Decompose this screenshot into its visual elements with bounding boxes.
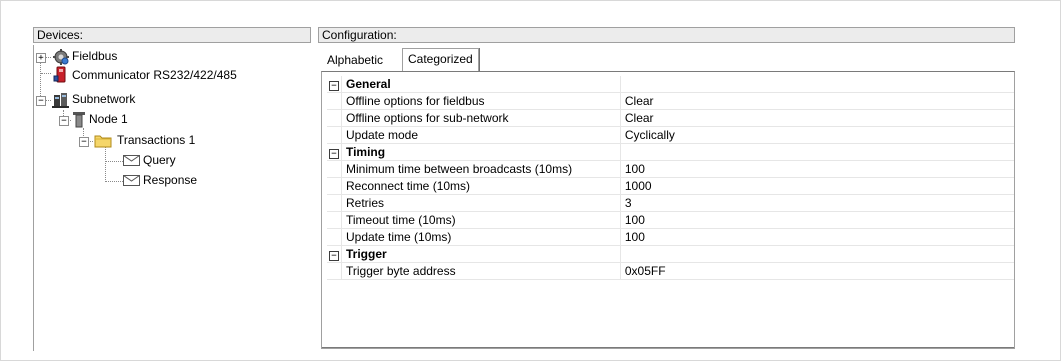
property-value[interactable]: Clear xyxy=(620,92,1014,110)
tree-item-query[interactable]: Query xyxy=(123,153,223,169)
property-name: Offline options for sub-network xyxy=(341,109,621,127)
tree-item-fieldbus[interactable]: Fieldbus xyxy=(52,49,202,65)
tree-item-communicator[interactable]: Communicator RS232/422/485 xyxy=(52,66,302,83)
property-value[interactable]: Cyclically xyxy=(620,126,1014,144)
property-row[interactable]: Update time (10ms) 100 xyxy=(327,228,1014,246)
tree-item-label: Fieldbus xyxy=(72,49,118,63)
tab-alphabetic[interactable]: Alphabetic xyxy=(322,52,388,69)
tree-connector xyxy=(105,181,123,182)
tree-item-label: Communicator RS232/422/485 xyxy=(72,68,237,82)
property-row[interactable]: Timeout time (10ms) 100 xyxy=(327,211,1014,229)
tab-categorized[interactable]: Categorized xyxy=(402,48,479,71)
property-value[interactable]: 100 xyxy=(620,160,1014,178)
property-name: Offline options for fieldbus xyxy=(341,92,621,110)
collapse-icon: − xyxy=(329,251,339,261)
envelope-icon xyxy=(123,155,140,169)
category-name: Trigger xyxy=(341,245,621,263)
tree-item-response[interactable]: Response xyxy=(123,173,243,189)
category-name: General xyxy=(341,76,621,93)
expand-fieldbus-toggle[interactable]: + xyxy=(36,53,46,63)
property-name: Timeout time (10ms) xyxy=(341,211,621,229)
property-value[interactable]: Clear xyxy=(620,109,1014,127)
category-toggle-trigger[interactable]: − xyxy=(327,245,343,263)
tree-item-label: Query xyxy=(143,153,176,167)
configuration-panel: Configuration: Alphabetic Categorized − … xyxy=(318,27,1015,351)
collapse-icon: − xyxy=(329,149,339,159)
collapse-node-toggle[interactable]: − xyxy=(59,116,69,126)
property-name: Reconnect time (10ms) xyxy=(341,177,621,195)
category-row-trigger[interactable]: − Trigger xyxy=(327,245,1014,263)
property-row[interactable]: Update mode Cyclically xyxy=(327,126,1014,144)
tree-connector xyxy=(105,161,123,162)
property-name: Trigger byte address xyxy=(341,262,621,280)
property-grid: − General Offline options for fieldbus C… xyxy=(321,71,1015,349)
tree-item-node-1[interactable]: Node 1 xyxy=(72,111,192,128)
grid-bottom-border xyxy=(322,347,1014,348)
category-row-general[interactable]: − General xyxy=(327,76,1014,93)
property-table: − General Offline options for fieldbus C… xyxy=(327,76,1014,280)
property-row[interactable]: Trigger byte address 0x05FF xyxy=(327,262,1014,280)
property-value[interactable]: 1000 xyxy=(620,177,1014,195)
communicator-icon xyxy=(52,66,70,87)
property-value[interactable]: 100 xyxy=(620,228,1014,246)
collapse-icon: − xyxy=(329,81,339,91)
collapse-subnetwork-toggle[interactable]: − xyxy=(36,96,46,106)
node-icon xyxy=(72,111,86,131)
tree-connector xyxy=(41,73,51,74)
property-name: Update mode xyxy=(341,126,621,144)
tree-connector xyxy=(105,146,106,182)
property-name: Update time (10ms) xyxy=(341,228,621,246)
property-name: Minimum time between broadcasts (10ms) xyxy=(341,160,621,178)
category-toggle-general[interactable]: − xyxy=(327,76,343,93)
device-tree[interactable]: + Fieldbus Communicator RS232/422/485 − … xyxy=(33,45,311,351)
property-row[interactable]: Minimum time between broadcasts (10ms) 1… xyxy=(327,160,1014,178)
tree-item-label: Transactions 1 xyxy=(117,133,196,147)
collapse-transactions-toggle[interactable]: − xyxy=(79,137,89,147)
category-row-timing[interactable]: − Timing xyxy=(327,143,1014,161)
configuration-header: Configuration: xyxy=(318,27,1015,43)
property-row[interactable]: Retries 3 xyxy=(327,194,1014,212)
folder-icon xyxy=(94,133,112,151)
category-name: Timing xyxy=(341,143,621,161)
property-row[interactable]: Offline options for sub-network Clear xyxy=(327,109,1014,127)
property-value[interactable]: 3 xyxy=(620,194,1014,212)
tree-item-subnetwork[interactable]: Subnetwork xyxy=(52,92,202,108)
property-row[interactable]: Offline options for fieldbus Clear xyxy=(327,92,1014,110)
tree-item-label: Response xyxy=(143,173,198,187)
subnetwork-icon xyxy=(52,92,70,112)
tree-item-transactions-1[interactable]: Transactions 1 xyxy=(94,133,234,149)
property-value[interactable]: 100 xyxy=(620,211,1014,229)
tree-connector xyxy=(40,57,41,100)
devices-header: Devices: xyxy=(33,27,311,43)
property-row[interactable]: Reconnect time (10ms) 1000 xyxy=(327,177,1014,195)
devices-panel: Devices: + Fieldbus Communicator RS232/4… xyxy=(33,27,311,351)
tree-item-label: Subnetwork xyxy=(72,92,136,106)
category-toggle-timing[interactable]: − xyxy=(327,143,343,161)
tree-item-label: Node 1 xyxy=(89,112,128,126)
property-name: Retries xyxy=(341,194,621,212)
property-value[interactable]: 0x05FF xyxy=(620,262,1014,280)
envelope-icon xyxy=(123,175,140,189)
